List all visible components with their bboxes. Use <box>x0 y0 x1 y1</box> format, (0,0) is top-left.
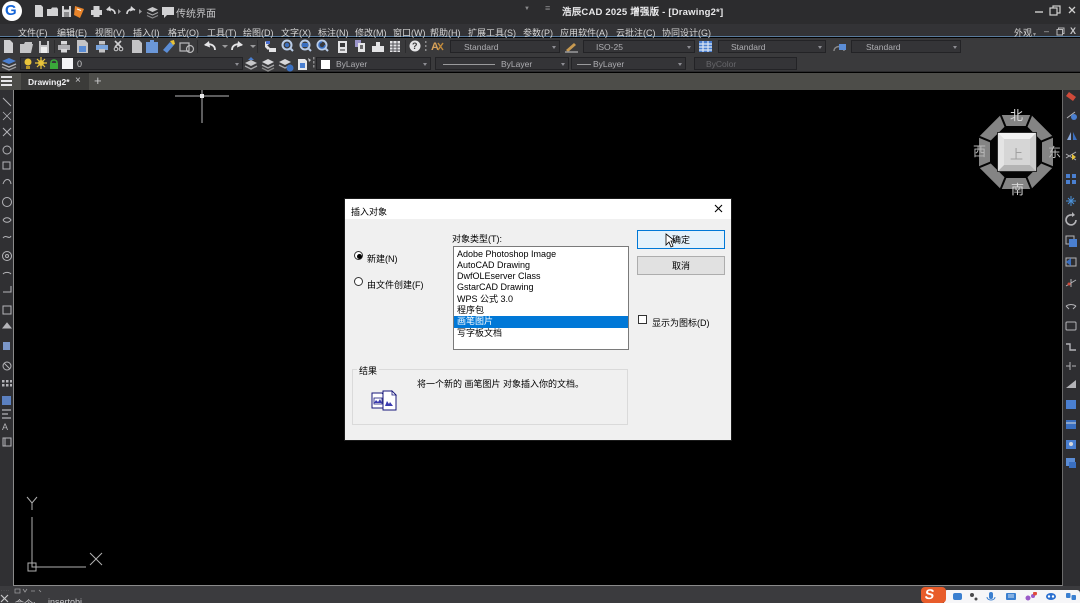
svg-text:A: A <box>431 41 439 53</box>
svg-text:0: 0 <box>77 59 82 69</box>
svg-text:A: A <box>2 422 8 432</box>
svg-text:?: ? <box>412 41 418 51</box>
svg-text:上: 上 <box>1010 147 1023 162</box>
